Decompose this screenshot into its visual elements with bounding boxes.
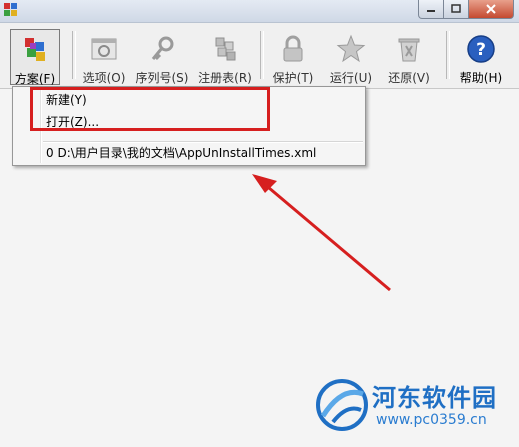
lock-icon	[283, 35, 303, 62]
plan-cube-icon	[25, 38, 45, 61]
options-window-icon	[91, 38, 117, 60]
registry-cubes-icon	[215, 37, 236, 61]
minimize-icon	[427, 10, 435, 12]
options-button[interactable]: 选项(O)	[80, 29, 128, 85]
restore-label: 还原(V)	[388, 71, 430, 85]
help-button[interactable]: ? 帮助(H)	[454, 29, 508, 85]
close-button[interactable]	[469, 0, 514, 19]
key-icon	[151, 36, 174, 61]
protect-label: 保护(T)	[272, 71, 314, 85]
watermark-logo-icon	[316, 379, 368, 431]
watermark-title: 河东软件园	[372, 383, 497, 412]
app-icon[interactable]	[3, 2, 19, 18]
menu-item-recent-file-label: 0 D:\用户目录\我的文档\AppUnInstallTimes.xml	[46, 146, 317, 160]
run-button[interactable]: 运行(U)	[326, 29, 376, 85]
options-label: 选项(O)	[82, 71, 126, 85]
close-icon	[486, 4, 496, 14]
annotation-highlight-box	[30, 87, 270, 131]
maximize-icon	[451, 4, 461, 13]
serial-button[interactable]: 序列号(S)	[134, 29, 190, 85]
plan-label: 方案(F)	[14, 72, 56, 86]
menu-item-recent-file[interactable]: 0 D:\用户目录\我的文档\AppUnInstallTimes.xml	[13, 142, 365, 164]
toolbar: 方案(F) 选项(O) 序列号(S) 注册表(R) 保护(T) 运行(U) 还原…	[0, 23, 519, 87]
registry-label: 注册表(R)	[198, 71, 252, 85]
toolbar-separator	[72, 31, 76, 79]
watermark-url: www.pc0359.cn	[376, 412, 487, 428]
maximize-button[interactable]	[444, 0, 469, 19]
minimize-button[interactable]	[418, 0, 444, 19]
star-icon	[336, 34, 366, 63]
toolbar-separator	[260, 31, 264, 79]
help-label: 帮助(H)	[459, 71, 503, 85]
recycle-bin-icon	[398, 38, 420, 62]
toolbar-separator	[446, 31, 450, 79]
protect-button[interactable]: 保护(T)	[268, 29, 318, 85]
svg-text:?: ?	[476, 40, 486, 60]
app-window: 方案(F) 选项(O) 序列号(S) 注册表(R) 保护(T) 运行(U) 还原…	[0, 0, 519, 447]
restore-button[interactable]: 还原(V)	[384, 29, 434, 85]
registry-button[interactable]: 注册表(R)	[196, 29, 254, 85]
run-label: 运行(U)	[329, 71, 373, 85]
serial-label: 序列号(S)	[135, 71, 189, 85]
title-bar[interactable]	[0, 0, 519, 23]
plan-button[interactable]: 方案(F)	[10, 29, 60, 86]
help-icon: ?	[467, 35, 495, 63]
